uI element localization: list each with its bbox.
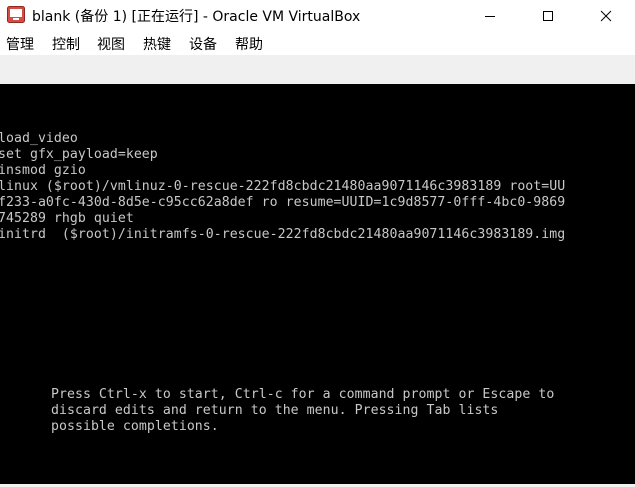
grub-line-linux-cont: f233-a0fc-430d-8d5e-c95cc62a8def ro resu… [0,195,566,210]
toolbar-area [0,55,635,84]
virtualbox-app-icon [7,6,25,23]
grub-line-initrd: initrd ($root)/initramfs-0-rescue-222fd8… [0,227,566,242]
grub-hint-line-3: possible completions. [51,419,219,434]
menu-bar: 管理 控制 视图 热键 设备 帮助 [0,31,635,55]
grub-hint-line-1: Press Ctrl-x to start, Ctrl-c for a comm… [51,387,555,402]
maximize-button[interactable] [519,0,577,31]
menu-control[interactable]: 控制 [52,34,80,54]
menu-devices[interactable]: 设备 [189,34,217,54]
vm-display[interactable]: load_video set gfx_payload=keep insmod g… [0,84,635,484]
menu-help[interactable]: 帮助 [235,34,263,54]
grub-line-linux-args: 745289 rhgb quiet [0,211,134,226]
menu-view[interactable]: 视图 [97,34,125,54]
window-title: blank (备份 1) [正在运行] - Oracle VM VirtualB… [32,9,361,25]
grub-line-linux: linux ($root)/vmlinuz-0-rescue-222fd8cbd… [0,179,566,194]
grub-hint-line-2: discard edits and return to the menu. Pr… [51,403,499,418]
grub-line-load-video: load_video [0,131,78,146]
menu-manage[interactable]: 管理 [6,34,34,54]
menu-hotkeys[interactable]: 热键 [143,34,171,54]
minimize-button[interactable] [461,0,519,31]
close-button[interactable] [577,0,635,31]
minimize-icon [485,15,495,17]
grub-line-insmod: insmod gzio [0,163,86,178]
maximize-icon [543,10,553,21]
window-titlebar[interactable]: blank (备份 1) [正在运行] - Oracle VM VirtualB… [0,0,635,31]
grub-line-gfx-payload: set gfx_payload=keep [0,147,158,162]
close-icon [600,10,612,21]
